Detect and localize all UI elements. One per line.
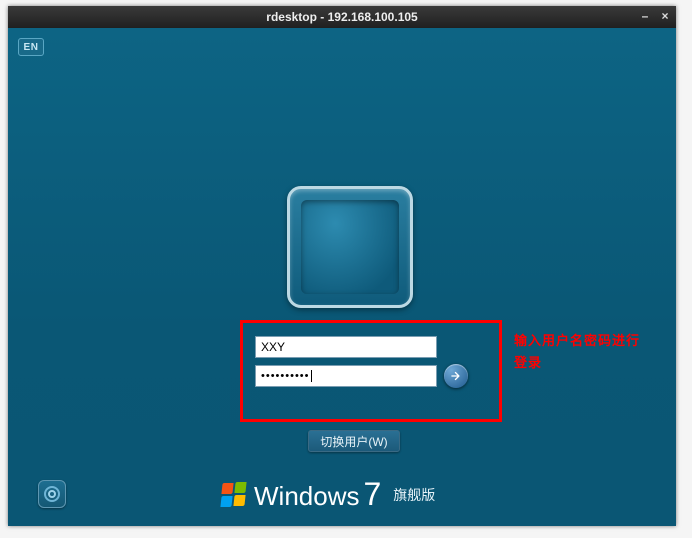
windows-flag-icon <box>220 481 248 509</box>
language-indicator[interactable]: EN <box>18 38 44 56</box>
user-picture-frame <box>287 186 413 308</box>
close-button[interactable]: × <box>658 10 672 24</box>
password-input[interactable]: •••••••••• <box>255 365 437 387</box>
ease-of-access-button[interactable] <box>38 480 66 508</box>
brand-edition: 旗舰版 <box>393 485 435 505</box>
annotation-text: 输入用户名密码进行 登录 <box>514 330 654 374</box>
window-controls: – × <box>638 6 672 28</box>
password-masked: •••••••••• <box>261 370 310 382</box>
window-title: rdesktop - 192.168.100.105 <box>266 10 417 24</box>
text-caret <box>311 370 312 382</box>
arrow-right-icon <box>449 369 463 383</box>
username-value: XXY <box>261 340 285 354</box>
annotation-line1: 输入用户名密码进行 <box>514 330 654 352</box>
desktop-root: rdesktop - 192.168.100.105 – × EN 输入用户名密… <box>0 0 692 538</box>
submit-login-button[interactable] <box>444 364 468 388</box>
user-picture <box>301 200 399 294</box>
minimize-button[interactable]: – <box>638 10 652 24</box>
annotation-line2: 登录 <box>514 352 654 374</box>
ease-of-access-icon <box>44 486 60 502</box>
window-titlebar: rdesktop - 192.168.100.105 – × <box>8 6 676 28</box>
rdesktop-window: rdesktop - 192.168.100.105 – × EN 输入用户名密… <box>8 6 676 526</box>
login-screen: EN 输入用户名密码进行 登录 XXY •••••••••• <box>8 28 676 526</box>
username-input[interactable]: XXY <box>255 336 437 358</box>
switch-user-label: 切换用户(W) <box>320 433 387 450</box>
switch-user-button[interactable]: 切换用户(W) <box>308 430 400 452</box>
brand-version: 7 <box>363 476 381 513</box>
brand-name: Windows <box>254 481 359 512</box>
windows-branding: Windows 7 旗舰版 <box>220 476 435 513</box>
